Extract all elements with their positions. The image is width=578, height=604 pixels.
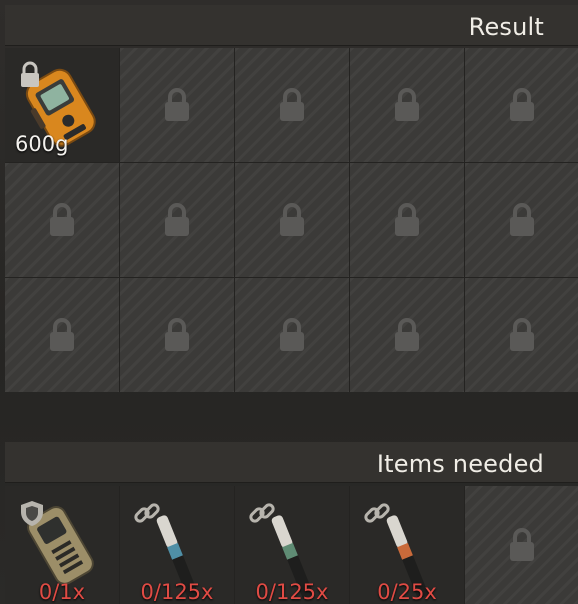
locked-slot[interactable] bbox=[120, 48, 234, 162]
locked-slot[interactable] bbox=[235, 163, 349, 277]
needed-count: 0/125x bbox=[140, 580, 214, 604]
shield-icon bbox=[21, 501, 43, 526]
lock-icon bbox=[510, 318, 534, 351]
lock-icon bbox=[280, 88, 304, 121]
items-needed-grid: 0/1x 0/125x 0/125x 0/25x bbox=[5, 486, 578, 604]
lock-icon bbox=[510, 528, 534, 561]
locked-slot[interactable] bbox=[465, 48, 578, 162]
lock-icon bbox=[395, 88, 419, 121]
locked-slot[interactable] bbox=[465, 163, 578, 277]
locked-slot[interactable] bbox=[235, 48, 349, 162]
lock-icon bbox=[510, 203, 534, 236]
lock-icon bbox=[280, 318, 304, 351]
item-quantity: 600g bbox=[15, 132, 69, 156]
link-icon bbox=[249, 503, 275, 523]
result-title: Result bbox=[468, 13, 544, 41]
locked-slot[interactable] bbox=[5, 163, 119, 277]
locked-slot[interactable] bbox=[465, 486, 578, 604]
locked-slot[interactable] bbox=[120, 163, 234, 277]
needed-item-slot[interactable]: 0/125x bbox=[235, 486, 349, 604]
lock-icon bbox=[510, 88, 534, 121]
locked-slot[interactable] bbox=[350, 278, 464, 392]
lock-icon bbox=[165, 88, 189, 121]
result-slot-filled[interactable]: 600g bbox=[5, 48, 119, 162]
locked-slot[interactable] bbox=[350, 48, 464, 162]
lock-icon bbox=[50, 318, 74, 351]
lock-icon bbox=[165, 203, 189, 236]
locked-slot[interactable] bbox=[350, 163, 464, 277]
link-icon bbox=[134, 503, 160, 523]
locked-slot[interactable] bbox=[5, 278, 119, 392]
result-header: Result bbox=[5, 5, 578, 46]
lock-icon bbox=[280, 203, 304, 236]
items-needed-header: Items needed bbox=[5, 442, 578, 483]
needed-count: 0/25x bbox=[377, 580, 437, 604]
link-icon bbox=[364, 503, 390, 523]
locked-slot[interactable] bbox=[465, 278, 578, 392]
locked-slot[interactable] bbox=[120, 278, 234, 392]
items-needed-title: Items needed bbox=[376, 450, 544, 478]
lock-icon bbox=[165, 318, 189, 351]
result-grid: 600g bbox=[5, 48, 578, 392]
lock-icon bbox=[395, 318, 419, 351]
lock-icon bbox=[50, 203, 74, 236]
needed-item-slot[interactable]: 0/25x bbox=[350, 486, 464, 604]
lock-icon bbox=[395, 203, 419, 236]
lock-icon bbox=[21, 61, 39, 87]
needed-count: 0/125x bbox=[255, 580, 329, 604]
locked-slot[interactable] bbox=[235, 278, 349, 392]
needed-item-slot[interactable]: 0/1x bbox=[5, 486, 119, 604]
needed-count: 0/1x bbox=[38, 580, 86, 604]
needed-item-slot[interactable]: 0/125x bbox=[120, 486, 234, 604]
